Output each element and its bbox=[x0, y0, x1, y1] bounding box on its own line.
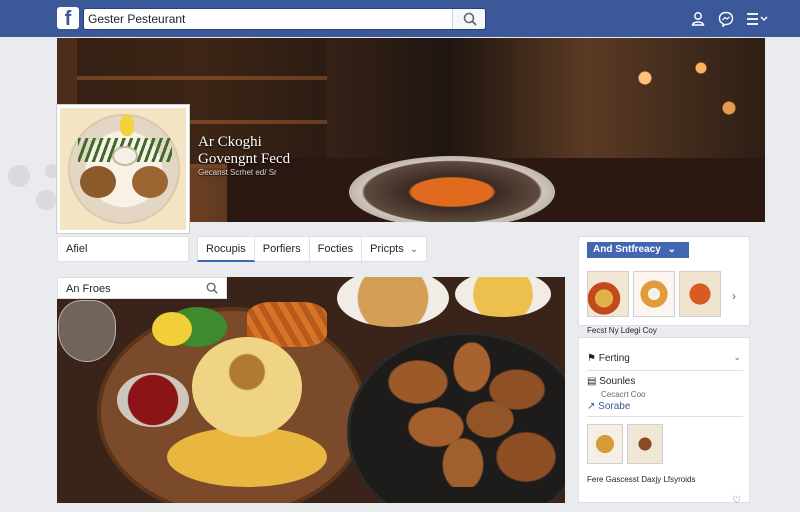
menu-icon[interactable] bbox=[746, 11, 768, 27]
page-title: Ar Ckoghi Govengnt Fecd bbox=[198, 134, 290, 168]
chevron-right-icon[interactable]: › bbox=[732, 289, 736, 303]
right-caption-a: Fecst bbox=[587, 326, 607, 335]
page-title-line2: Govengnt Fecd bbox=[198, 151, 291, 167]
decorative-circle bbox=[36, 190, 56, 210]
right-caption-b: Ny Ldegi Coy bbox=[608, 326, 657, 335]
tab-pricpts[interactable]: Pricpts ⌄ bbox=[362, 236, 428, 262]
heart-icon[interactable]: ♡ bbox=[732, 495, 741, 506]
info-thumbnails bbox=[587, 424, 663, 464]
messenger-icon[interactable] bbox=[718, 11, 734, 27]
right-caption: Fecst Ny Ldegi Coy bbox=[587, 326, 657, 335]
thumbnail[interactable] bbox=[587, 271, 629, 317]
page-title-line1: Ar Ckoghi bbox=[198, 134, 262, 150]
info-item-sub: Cecacrt Coo bbox=[601, 390, 646, 399]
right-info-card: ⚑ Ferting ⌄ ▤ Sounles Cecacrt Coo ↗ Sora… bbox=[578, 337, 750, 506]
chevron-down-icon: ⌄ bbox=[667, 244, 676, 255]
follow-label: And Sntfreacy bbox=[593, 244, 661, 255]
chevron-down-icon: ⌄ bbox=[409, 244, 419, 255]
follow-button[interactable]: And Sntfreacy ⌄ bbox=[587, 242, 689, 258]
profile-lemon bbox=[120, 114, 134, 136]
mashed-potato bbox=[192, 337, 302, 437]
search-bar[interactable] bbox=[83, 8, 486, 30]
info-caption: Fere Gascesst Daxjy Lfsyroids bbox=[587, 475, 696, 484]
sauce-ramekin bbox=[117, 373, 189, 427]
profile-picture[interactable] bbox=[57, 105, 189, 233]
right-photos-card: And Sntfreacy ⌄ › Fecst Ny Ldegi Coy bbox=[578, 236, 750, 335]
photo-search-bar[interactable]: An Froes bbox=[57, 277, 227, 299]
cover-dish bbox=[349, 156, 555, 222]
thumbnail[interactable] bbox=[627, 424, 663, 464]
tab-label: Pricpts bbox=[370, 243, 404, 255]
bowl-snack bbox=[337, 277, 449, 327]
search-icon bbox=[463, 12, 477, 26]
divider bbox=[587, 370, 743, 371]
wine-glass bbox=[58, 300, 116, 362]
decorative-circle bbox=[8, 165, 30, 187]
profile-patty bbox=[132, 166, 168, 198]
chicken-wings bbox=[382, 337, 562, 487]
profile-sauce bbox=[112, 146, 138, 166]
chevron-down-icon[interactable]: ⌄ bbox=[733, 352, 741, 363]
search-input[interactable] bbox=[88, 11, 448, 27]
photo-thumbnails bbox=[587, 271, 721, 317]
profile-patty bbox=[80, 166, 116, 198]
thumbnail[interactable] bbox=[679, 271, 721, 317]
facebook-logo[interactable]: f bbox=[57, 7, 79, 30]
top-icons bbox=[690, 10, 768, 28]
link-icon: ↗ bbox=[587, 401, 596, 412]
top-navigation-bar: f bbox=[0, 0, 800, 37]
lemon-wedge bbox=[152, 312, 192, 346]
cover-lights bbox=[617, 48, 757, 148]
thumbnail[interactable] bbox=[633, 271, 675, 317]
info-icon: ▤ bbox=[587, 376, 597, 387]
search-button[interactable] bbox=[452, 9, 485, 29]
section-title-label: Ferting bbox=[598, 353, 630, 364]
photo-search-text: An Froes bbox=[66, 283, 111, 295]
flag-icon: ⚑ bbox=[587, 353, 596, 364]
page-subtitle: Gecanst Scrhet ed/ Sr bbox=[198, 168, 277, 177]
info-link[interactable]: ↗ Sorabe bbox=[587, 401, 630, 412]
tab-porfiers[interactable]: Porfiers bbox=[254, 236, 310, 262]
search-icon[interactable] bbox=[206, 282, 218, 294]
about-label: Afiel bbox=[66, 243, 88, 255]
friends-icon[interactable] bbox=[690, 11, 706, 27]
main-photo[interactable] bbox=[57, 277, 565, 503]
bowl-fries bbox=[455, 277, 551, 317]
tab-label: Porfiers bbox=[262, 243, 301, 255]
tab-label: Focties bbox=[317, 243, 354, 255]
tab-rocupis[interactable]: Rocupis bbox=[197, 236, 255, 262]
page-tabs: Rocupis Porfiers Focties Pricpts ⌄ bbox=[197, 236, 428, 262]
about-box[interactable]: Afiel bbox=[57, 236, 189, 262]
tab-focties[interactable]: Focties bbox=[309, 236, 363, 262]
section-title: ⚑ Ferting bbox=[587, 353, 630, 364]
tab-label: Rocupis bbox=[206, 243, 246, 255]
info-link-label: Sorabe bbox=[598, 401, 631, 412]
thumbnail[interactable] bbox=[587, 424, 623, 464]
info-item[interactable]: ▤ Sounles bbox=[587, 376, 635, 387]
info-item-label: Sounles bbox=[599, 376, 636, 387]
divider bbox=[587, 416, 743, 417]
